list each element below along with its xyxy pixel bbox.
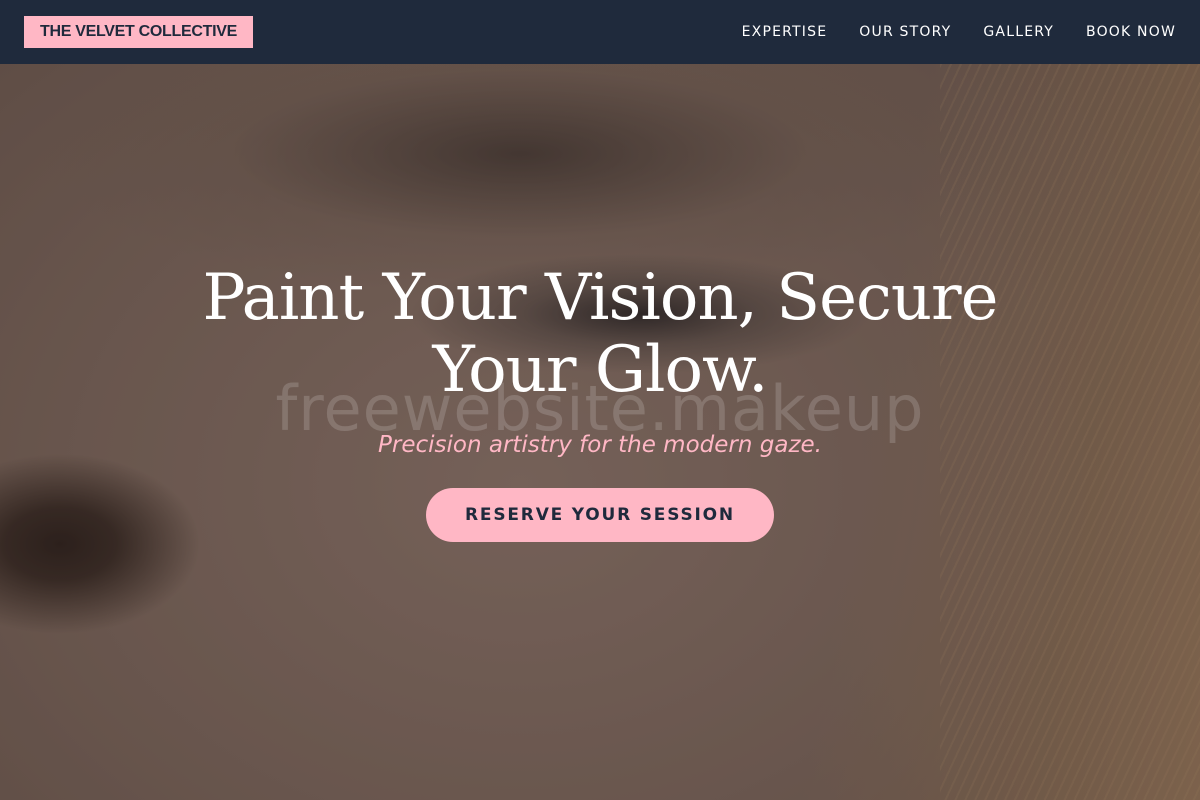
nav-link-book-now[interactable]: BOOK NOW [1086,24,1176,40]
main-nav: EXPERTISE OUR STORY GALLERY BOOK NOW [742,24,1176,40]
nav-link-expertise[interactable]: EXPERTISE [742,24,828,40]
hero-section: freewebsite.makeup Paint Your Vision, Se… [0,64,1200,800]
hero-content: Paint Your Vision, Secure Your Glow. Pre… [0,262,1200,542]
reserve-session-button[interactable]: RESERVE YOUR SESSION [426,488,774,542]
top-navbar: THE VELVET COLLECTIVE EXPERTISE OUR STOR… [0,0,1200,64]
hero-subtitle: Precision artistry for the modern gaze. [378,432,822,458]
brand-logo[interactable]: THE VELVET COLLECTIVE [24,16,253,48]
nav-link-our-story[interactable]: OUR STORY [859,24,951,40]
nav-link-gallery[interactable]: GALLERY [983,24,1054,40]
hero-title: Paint Your Vision, Secure Your Glow. [202,261,998,407]
